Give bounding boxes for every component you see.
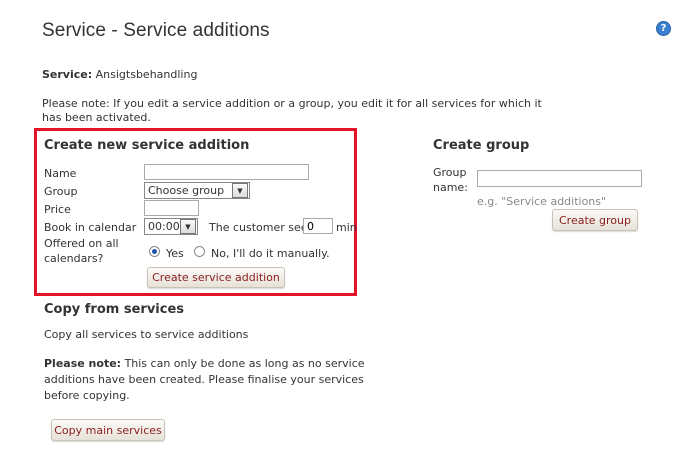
group-name-label: Group name: — [433, 166, 468, 194]
page-title: Service - Service additions — [42, 20, 270, 41]
book-in-calendar-label: Book in calendar — [44, 221, 137, 234]
group-selected-value: Choose group — [148, 184, 225, 197]
group-name-hint: e.g. "Service additions" — [477, 195, 607, 208]
copy-description: Copy all services to service additions — [44, 328, 249, 341]
create-addition-heading: Create new service addition — [44, 138, 250, 153]
book-time-select[interactable]: 00:00 ▼ — [144, 218, 198, 235]
copy-note-bold: Please note: — [44, 357, 122, 370]
copy-main-services-button[interactable]: Copy main services — [51, 419, 165, 441]
min-label: min — [336, 221, 357, 234]
chevron-down-icon: ▼ — [232, 183, 248, 198]
customer-sees-label: The customer sees — [209, 221, 314, 234]
create-group-button[interactable]: Create group — [552, 209, 638, 231]
create-service-addition-button[interactable]: Create service addition — [147, 267, 285, 288]
yes-label: Yes — [166, 247, 184, 260]
copy-heading: Copy from services — [44, 302, 185, 317]
price-label: Price — [44, 203, 71, 216]
price-input[interactable] — [144, 200, 199, 216]
group-select[interactable]: Choose group ▼ — [144, 182, 250, 199]
name-input[interactable] — [144, 164, 309, 180]
customer-sees-input[interactable] — [303, 218, 333, 234]
service-label: Service: — [42, 68, 93, 81]
group-name-input[interactable] — [477, 170, 642, 187]
offered-label: Offered on all calendars? — [44, 237, 119, 265]
copy-note: Please note: This can only be done as lo… — [44, 356, 374, 404]
help-icon[interactable]: ? — [656, 21, 671, 36]
no-label: No, I'll do it manually. — [211, 247, 330, 260]
edit-note: Please note: If you edit a service addit… — [42, 97, 542, 124]
chevron-down-icon: ▼ — [180, 219, 196, 234]
group-label: Group — [44, 185, 78, 198]
yes-radio[interactable] — [149, 246, 160, 257]
service-value: Ansigtsbehandling — [95, 68, 198, 81]
book-time-value: 00:00 — [148, 220, 180, 233]
create-group-heading: Create group — [433, 138, 530, 153]
service-info: Service: Ansigtsbehandling — [42, 68, 197, 81]
no-radio[interactable] — [194, 246, 205, 257]
name-label: Name — [44, 167, 77, 180]
